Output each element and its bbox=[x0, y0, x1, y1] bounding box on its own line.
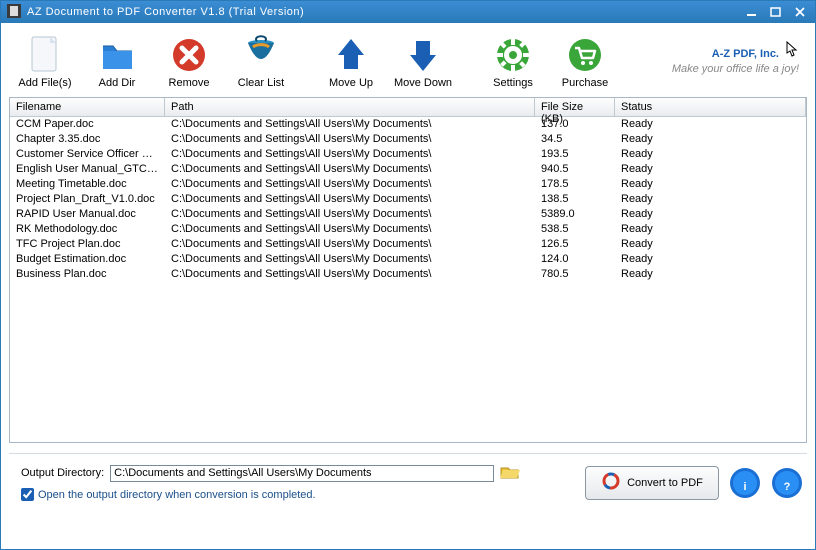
rows-container: CCM Paper.docC:\Documents and Settings\A… bbox=[10, 117, 806, 282]
trash-icon bbox=[241, 35, 281, 75]
add-files-button[interactable]: Add File(s) bbox=[9, 31, 81, 91]
cell-path: C:\Documents and Settings\All Users\My D… bbox=[165, 237, 535, 252]
table-row[interactable]: RK Methodology.docC:\Documents and Setti… bbox=[10, 222, 806, 237]
cell-path: C:\Documents and Settings\All Users\My D… bbox=[165, 207, 535, 222]
brand-logo: A-Z PDF, Inc. Make your office life a jo… bbox=[672, 31, 807, 75]
cell-path: C:\Documents and Settings\All Users\My D… bbox=[165, 252, 535, 267]
toolbar: Add File(s) Add Dir Remove Clear List Mo… bbox=[9, 29, 807, 95]
maximize-button[interactable] bbox=[767, 5, 785, 19]
clear-list-button[interactable]: Clear List bbox=[225, 31, 297, 91]
cell-status: Ready bbox=[615, 207, 806, 222]
cell-filename: Business Plan.doc bbox=[10, 267, 165, 282]
col-size[interactable]: File Size (KB) bbox=[535, 98, 615, 116]
help-button[interactable]: ? bbox=[771, 467, 803, 499]
cell-status: Ready bbox=[615, 117, 806, 132]
cell-status: Ready bbox=[615, 252, 806, 267]
cell-size: 780.5 bbox=[535, 267, 615, 282]
cell-filename: Meeting Timetable.doc bbox=[10, 177, 165, 192]
cell-status: Ready bbox=[615, 192, 806, 207]
cell-filename: Customer Service Officer PD.... bbox=[10, 147, 165, 162]
cell-filename: Chapter 3.35.doc bbox=[10, 132, 165, 147]
cell-path: C:\Documents and Settings\All Users\My D… bbox=[165, 267, 535, 282]
cell-status: Ready bbox=[615, 237, 806, 252]
add-dir-button[interactable]: Add Dir bbox=[81, 31, 153, 91]
svg-text:?: ? bbox=[784, 481, 791, 493]
cell-filename: Project Plan_Draft_V1.0.doc bbox=[10, 192, 165, 207]
folder-icon bbox=[97, 35, 137, 75]
purchase-button[interactable]: Purchase bbox=[549, 31, 621, 91]
cell-path: C:\Documents and Settings\All Users\My D… bbox=[165, 147, 535, 162]
col-filename[interactable]: Filename bbox=[10, 98, 165, 116]
cell-size: 193.5 bbox=[535, 147, 615, 162]
arrow-up-icon bbox=[331, 35, 371, 75]
gear-icon bbox=[493, 35, 533, 75]
cell-size: 5389.0 bbox=[535, 207, 615, 222]
table-row[interactable]: TFC Project Plan.docC:\Documents and Set… bbox=[10, 237, 806, 252]
move-down-button[interactable]: Move Down bbox=[387, 31, 459, 91]
convert-button[interactable]: Convert to PDF bbox=[585, 466, 719, 500]
file-icon bbox=[25, 35, 65, 75]
output-directory-input[interactable] bbox=[110, 465, 494, 482]
cell-filename: RK Methodology.doc bbox=[10, 222, 165, 237]
cell-size: 137.0 bbox=[535, 117, 615, 132]
cell-status: Ready bbox=[615, 162, 806, 177]
cell-status: Ready bbox=[615, 177, 806, 192]
table-row[interactable]: English User Manual_GTC-71...C:\Document… bbox=[10, 162, 806, 177]
separator bbox=[9, 453, 807, 454]
cell-size: 126.5 bbox=[535, 237, 615, 252]
cell-status: Ready bbox=[615, 222, 806, 237]
open-after-checkbox[interactable] bbox=[21, 488, 34, 501]
table-row[interactable]: Budget Estimation.docC:\Documents and Se… bbox=[10, 252, 806, 267]
cell-path: C:\Documents and Settings\All Users\My D… bbox=[165, 222, 535, 237]
col-status[interactable]: Status bbox=[615, 98, 806, 116]
app-icon bbox=[7, 4, 21, 21]
delete-x-icon bbox=[169, 35, 209, 75]
table-row[interactable]: Meeting Timetable.docC:\Documents and Se… bbox=[10, 177, 806, 192]
column-headers[interactable]: Filename Path File Size (KB) Status bbox=[10, 98, 806, 117]
cell-status: Ready bbox=[615, 132, 806, 147]
table-row[interactable]: Business Plan.docC:\Documents and Settin… bbox=[10, 267, 806, 282]
remove-button[interactable]: Remove bbox=[153, 31, 225, 91]
arrow-down-icon bbox=[403, 35, 443, 75]
cell-size: 538.5 bbox=[535, 222, 615, 237]
cell-status: Ready bbox=[615, 267, 806, 282]
cell-path: C:\Documents and Settings\All Users\My D… bbox=[165, 132, 535, 147]
table-row[interactable]: Customer Service Officer PD....C:\Docume… bbox=[10, 147, 806, 162]
table-row[interactable]: RAPID User Manual.docC:\Documents and Se… bbox=[10, 207, 806, 222]
cell-size: 178.5 bbox=[535, 177, 615, 192]
cell-status: Ready bbox=[615, 147, 806, 162]
cell-size: 138.5 bbox=[535, 192, 615, 207]
open-after-label[interactable]: Open the output directory when conversio… bbox=[38, 489, 316, 501]
table-row[interactable]: Chapter 3.35.docC:\Documents and Setting… bbox=[10, 132, 806, 147]
cart-icon bbox=[565, 35, 605, 75]
cell-filename: RAPID User Manual.doc bbox=[10, 207, 165, 222]
cell-size: 124.0 bbox=[535, 252, 615, 267]
output-label: Output Directory: bbox=[21, 467, 104, 479]
table-row[interactable]: Project Plan_Draft_V1.0.docC:\Documents … bbox=[10, 192, 806, 207]
cell-filename: Budget Estimation.doc bbox=[10, 252, 165, 267]
svg-text:i: i bbox=[743, 481, 746, 493]
file-list-pane: Filename Path File Size (KB) Status CCM … bbox=[9, 97, 807, 443]
cell-filename: English User Manual_GTC-71... bbox=[10, 162, 165, 177]
cursor-icon bbox=[783, 41, 799, 62]
close-button[interactable] bbox=[791, 5, 809, 19]
move-up-button[interactable]: Move Up bbox=[315, 31, 387, 91]
titlebar: AZ Document to PDF Converter V1.8 (Trial… bbox=[1, 1, 815, 23]
settings-button[interactable]: Settings bbox=[477, 31, 549, 91]
cell-filename: TFC Project Plan.doc bbox=[10, 237, 165, 252]
table-row[interactable]: CCM Paper.docC:\Documents and Settings\A… bbox=[10, 117, 806, 132]
cell-filename: CCM Paper.doc bbox=[10, 117, 165, 132]
col-path[interactable]: Path bbox=[165, 98, 535, 116]
convert-icon bbox=[601, 471, 621, 494]
cell-size: 940.5 bbox=[535, 162, 615, 177]
window-title: AZ Document to PDF Converter V1.8 (Trial… bbox=[27, 6, 743, 18]
cell-path: C:\Documents and Settings\All Users\My D… bbox=[165, 177, 535, 192]
browse-folder-icon[interactable] bbox=[500, 464, 520, 482]
minimize-button[interactable] bbox=[743, 5, 761, 19]
info-button[interactable]: i bbox=[729, 467, 761, 499]
cell-size: 34.5 bbox=[535, 132, 615, 147]
cell-path: C:\Documents and Settings\All Users\My D… bbox=[165, 162, 535, 177]
cell-path: C:\Documents and Settings\All Users\My D… bbox=[165, 192, 535, 207]
cell-path: C:\Documents and Settings\All Users\My D… bbox=[165, 117, 535, 132]
